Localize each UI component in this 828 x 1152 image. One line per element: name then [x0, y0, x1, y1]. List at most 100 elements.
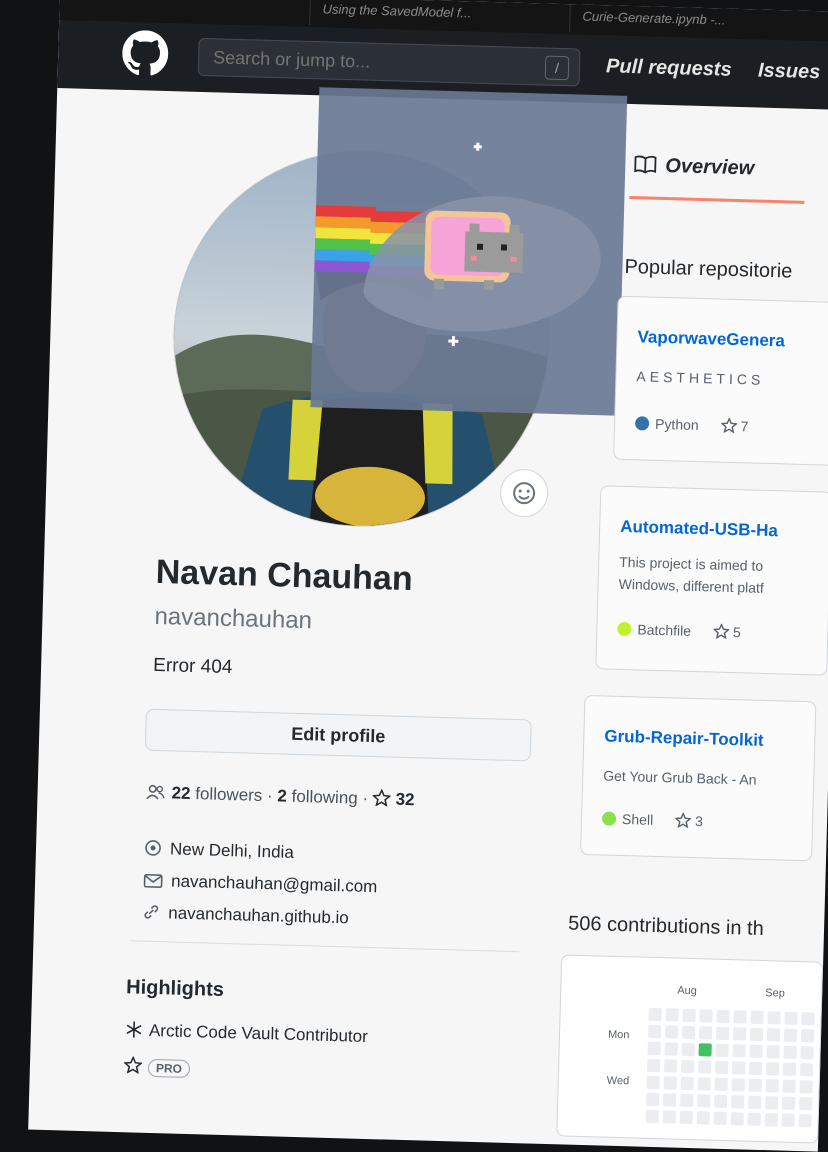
contribution-cell[interactable]	[731, 1095, 745, 1109]
repo-stars[interactable]: 3	[674, 811, 703, 829]
contribution-cell[interactable]	[647, 1041, 661, 1056]
contribution-cell[interactable]	[799, 1080, 813, 1094]
contribution-cell[interactable]	[663, 1076, 677, 1090]
contribution-cell[interactable]	[716, 1009, 730, 1024]
contribution-cell[interactable]	[698, 1043, 712, 1057]
contribution-cell[interactable]	[782, 1096, 796, 1110]
contribution-cell[interactable]	[750, 1010, 764, 1025]
repo-name[interactable]: Automated-USB-Ha	[620, 517, 778, 541]
contribution-cell[interactable]	[647, 1058, 661, 1073]
contribution-cell[interactable]	[714, 1094, 728, 1109]
repo-name[interactable]: Grub-Repair-Toolkit	[604, 726, 764, 750]
contribution-cell[interactable]	[698, 1026, 713, 1040]
followers-count[interactable]: 22	[171, 783, 190, 803]
contribution-cell[interactable]	[783, 1045, 797, 1059]
contribution-cell[interactable]	[766, 1028, 781, 1042]
contribution-cell[interactable]	[680, 1093, 694, 1108]
contribution-cell[interactable]	[645, 1109, 659, 1124]
contribution-cell[interactable]	[765, 1079, 779, 1093]
contribution-cell[interactable]	[731, 1078, 745, 1092]
repo-stars-count[interactable]: 7	[740, 418, 748, 434]
contribution-cell[interactable]	[648, 1007, 662, 1022]
github-logo-icon[interactable]	[122, 30, 169, 77]
contribution-cell[interactable]	[680, 1076, 694, 1091]
contribution-cell[interactable]	[713, 1111, 727, 1126]
repo-stars-count[interactable]: 3	[695, 813, 703, 829]
contribution-cell[interactable]	[800, 1046, 814, 1060]
browser-tab[interactable]: Curie-Generate.ipynb -...	[569, 4, 738, 37]
nav-pull-requests[interactable]: Pull requests	[606, 55, 732, 81]
contribution-cell[interactable]	[714, 1077, 728, 1092]
contribution-cell[interactable]	[665, 1008, 679, 1022]
highlight-arctic-vault[interactable]: Arctic Code Vault Contributor	[125, 1020, 368, 1047]
contribution-cell[interactable]	[801, 1012, 815, 1026]
contribution-cell[interactable]	[781, 1113, 795, 1127]
contribution-cell[interactable]	[647, 1024, 662, 1039]
following-label[interactable]: following	[291, 787, 358, 808]
contribution-cell[interactable]	[732, 1044, 746, 1058]
contribution-cell[interactable]	[715, 1043, 729, 1058]
contribution-cell[interactable]	[681, 1025, 696, 1040]
email-text[interactable]: navanchauhan@gmail.com	[171, 871, 378, 896]
contribution-cell[interactable]	[749, 1044, 763, 1059]
browser-tab[interactable]: Using the SavedModel f...	[309, 0, 484, 30]
edit-profile-button[interactable]: Edit profile	[144, 708, 532, 762]
contribution-cell[interactable]	[799, 1097, 813, 1111]
contribution-cell[interactable]	[731, 1061, 746, 1075]
contribution-cell[interactable]	[715, 1026, 730, 1041]
contribution-cell[interactable]	[714, 1060, 729, 1075]
contribution-cell[interactable]	[798, 1114, 812, 1128]
contribution-cell[interactable]	[733, 1010, 747, 1024]
repo-name[interactable]: VaporwaveGenera	[637, 327, 785, 351]
contribution-cell[interactable]	[749, 1027, 764, 1042]
contribution-cell[interactable]	[646, 1092, 660, 1107]
contribution-cell[interactable]	[681, 1042, 695, 1057]
contribution-cell[interactable]	[730, 1112, 744, 1126]
contribution-cell[interactable]	[698, 1060, 712, 1074]
repo-stars-count[interactable]: 5	[733, 624, 741, 640]
contribution-cell[interactable]	[765, 1096, 779, 1110]
contribution-cell[interactable]	[679, 1110, 693, 1125]
contribution-cell[interactable]	[767, 1011, 781, 1025]
contribution-cell[interactable]	[747, 1112, 761, 1127]
arctic-vault-label[interactable]: Arctic Code Vault Contributor	[149, 1021, 368, 1046]
contribution-cell[interactable]	[697, 1077, 711, 1091]
contribution-cell[interactable]	[748, 1095, 762, 1110]
set-status-button[interactable]	[499, 468, 549, 518]
search-input[interactable]	[212, 45, 514, 78]
contribution-cell[interactable]	[662, 1110, 676, 1124]
tab-overview[interactable]: Overview	[633, 154, 755, 180]
contribution-cell[interactable]	[682, 1008, 696, 1023]
contribution-cell[interactable]	[646, 1075, 660, 1090]
contribution-cell[interactable]	[748, 1061, 763, 1076]
profile-website[interactable]: navanchauhan.github.io	[142, 903, 349, 929]
nav-issues[interactable]: Issues	[758, 60, 821, 85]
contribution-cell[interactable]	[799, 1063, 814, 1077]
contribution-cell[interactable]	[664, 1042, 678, 1056]
profile-email[interactable]: navanchauhan@gmail.com	[143, 871, 378, 898]
contribution-cell[interactable]	[782, 1062, 797, 1076]
contribution-cell[interactable]	[697, 1094, 711, 1108]
contribution-cell[interactable]	[699, 1009, 713, 1023]
contribution-cell[interactable]	[681, 1059, 695, 1074]
contribution-cell[interactable]	[766, 1045, 780, 1059]
contribution-cell[interactable]	[764, 1113, 778, 1127]
tab-overview-label[interactable]: Overview	[665, 155, 755, 179]
repo-stars[interactable]: 7	[719, 416, 749, 434]
stars-count[interactable]: 32	[395, 790, 414, 810]
contribution-cell[interactable]	[765, 1062, 780, 1076]
contribution-cell[interactable]	[696, 1111, 710, 1125]
contribution-cell[interactable]	[784, 1011, 798, 1025]
followers-label[interactable]: followers	[195, 784, 263, 805]
contribution-cell[interactable]	[663, 1093, 677, 1107]
contribution-cell[interactable]	[664, 1059, 678, 1073]
contribution-cell[interactable]	[732, 1027, 747, 1041]
repo-stars[interactable]: 5	[712, 622, 741, 640]
following-count[interactable]: 2	[277, 786, 287, 805]
search-box[interactable]: /	[197, 37, 581, 87]
contribution-cell[interactable]	[800, 1029, 815, 1043]
contribution-cell[interactable]	[783, 1028, 798, 1042]
contribution-cell[interactable]	[782, 1079, 796, 1093]
website-text[interactable]: navanchauhan.github.io	[168, 903, 349, 927]
contribution-cell[interactable]	[664, 1025, 679, 1039]
